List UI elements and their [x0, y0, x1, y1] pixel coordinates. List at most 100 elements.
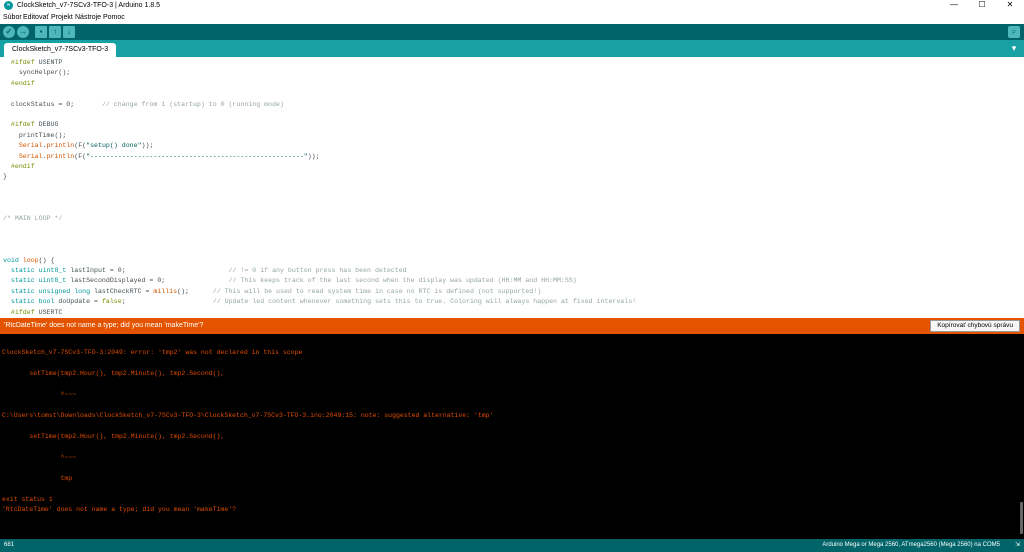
code-line: static unsigned long lastCheckRTC = mill… — [3, 287, 541, 297]
code-line: #ifdef USERTC — [3, 308, 62, 314]
code-token: (F( — [74, 142, 87, 150]
code-token: )); — [141, 142, 154, 150]
status-bar: 681 Arduino Mega or Mega 2560, ATmega256… — [0, 539, 1024, 552]
code-token: #ifdef — [3, 59, 35, 66]
code-token: ; — [121, 298, 213, 306]
code-token: doUpdate = — [54, 298, 102, 306]
board-info: Arduino Mega or Mega 2560, ATmega2560 (M… — [822, 542, 1000, 548]
close-button[interactable]: ✕ — [996, 0, 1024, 11]
checkmark-icon: ✓ — [5, 27, 13, 36]
code-line: #endif — [3, 162, 35, 172]
code-token: Serial — [3, 152, 43, 160]
code-token: false — [101, 298, 122, 306]
toolbar: ✓ → ▪ ↑ ↓ ⌕ — [0, 24, 1024, 40]
code-token: // This keeps track of the last second w… — [228, 277, 577, 285]
code-line: Serial.println(F("setup() done")); — [3, 141, 154, 151]
console-scrollbar[interactable] — [1020, 502, 1023, 534]
code-token: static uint8_t — [3, 267, 67, 274]
tab-sketch[interactable]: ClockSketch_v7-7SCv3-TFO-3 — [4, 43, 117, 57]
menu-tools[interactable]: Nástroje — [75, 13, 101, 22]
verify-button[interactable]: ✓ — [3, 26, 15, 38]
code-token: USENTP — [34, 59, 63, 66]
arduino-logo-icon: ∞ — [4, 1, 13, 10]
code-token: clockStatus = 0; — [3, 100, 102, 108]
code-line: void loop() { — [3, 256, 54, 266]
code-line: #ifdef DEBUG — [3, 120, 59, 130]
save-button[interactable]: ↓ — [63, 26, 75, 38]
error-message: 'RtcDateTime' does not name a type; did … — [4, 322, 204, 329]
code-token: lastCheckRTC = — [90, 287, 154, 295]
console-line: setTime(tmp2.Hour(), tmp2.Minute(), tmp2… — [2, 370, 225, 378]
tab-menu-button[interactable]: ▾ — [1008, 43, 1020, 54]
serial-monitor-button[interactable]: ⌕ — [1008, 26, 1020, 38]
arrow-up-icon: ↑ — [53, 27, 57, 36]
tab-bar: ClockSketch_v7-7SCv3-TFO-3 ▾ — [0, 40, 1024, 57]
code-line: static uint8_t lastSecondDisplayed = 0; … — [3, 276, 577, 286]
menu-bar: Súbor Editovať Projekt Nástroje Pomoc — [0, 12, 1024, 23]
console-line: 'RtcDateTime' does not name a type; did … — [2, 506, 237, 514]
code-token: lastInput = 0; — [66, 267, 229, 274]
code-token: static bool — [3, 298, 55, 306]
code-token: #endif — [3, 163, 35, 170]
code-token: #endif — [3, 79, 35, 87]
code-token: "setup() done" — [86, 142, 142, 150]
code-token: } — [3, 173, 7, 181]
title-bar: ∞ ClockSketch_v7-7SCv3-TFO-3 | Arduino 1… — [0, 0, 1024, 11]
new-button[interactable]: ▪ — [35, 26, 47, 38]
code-token: USERTC — [34, 308, 63, 314]
console-line: tmp — [2, 474, 73, 482]
code-token: lastSecondDisplayed = 0; — [66, 277, 229, 285]
code-line: Serial.println(F("----------------------… — [3, 152, 320, 162]
code-line: syncHelper(); — [3, 68, 70, 78]
magnifier-icon: ⌕ — [1011, 27, 1017, 36]
code-token: println — [46, 152, 75, 160]
code-line: } — [3, 172, 7, 182]
code-token: void — [3, 256, 19, 264]
code-line: printTime(); — [3, 131, 67, 141]
console-line: setTime(tmp2.Hour(), tmp2.Minute(), tmp2… — [2, 433, 225, 441]
code-token: syncHelper(); — [3, 69, 71, 77]
code-line: #endif — [3, 79, 35, 89]
code-token: () { — [38, 256, 55, 264]
chevron-down-icon: ▾ — [1011, 43, 1017, 53]
open-button[interactable]: ↑ — [49, 26, 61, 38]
code-token: loop — [22, 256, 39, 264]
code-token: // change from 1 (startup) to 0 (running… — [101, 100, 284, 108]
menu-edit[interactable]: Editovať — [23, 13, 49, 22]
code-token: printTime(); — [3, 131, 67, 139]
code-editor[interactable]: #ifdef USENTP syncHelper(); #endif clock… — [0, 57, 1024, 314]
console-line: exit status 1 — [2, 495, 53, 503]
code-token: static unsigned long — [3, 287, 91, 295]
menu-sketch[interactable]: Projekt — [51, 13, 73, 22]
maximize-button[interactable]: ☐ — [968, 0, 996, 11]
console-line: ClockSketch_v7-7SCv3-TFO-3:2049: error: … — [2, 349, 303, 357]
code-token: "---------------------------------------… — [86, 152, 308, 160]
code-token: DEBUG — [34, 121, 59, 129]
menu-file[interactable]: Súbor — [3, 13, 22, 22]
console-output[interactable]: ClockSketch_v7-7SCv3-TFO-3:2049: error: … — [0, 334, 1024, 539]
code-line: static uint8_t lastInput = 0; // != 0 if… — [3, 266, 407, 276]
copy-error-button[interactable]: Kopírovať chybovú správu — [930, 320, 1020, 332]
code-token: /* MAIN LOOP */ — [3, 215, 63, 222]
window-title: ClockSketch_v7-7SCv3-TFO-3 | Arduino 1.8… — [17, 2, 161, 9]
code-token: println — [46, 142, 75, 150]
code-token: #ifdef — [3, 308, 35, 314]
code-line: /* MAIN LOOP */ — [3, 214, 62, 224]
menu-help[interactable]: Pomoc — [103, 13, 125, 22]
code-token: Serial — [3, 142, 43, 150]
code-token: // Update led content whenever something… — [212, 298, 637, 306]
line-number: 681 — [4, 542, 15, 548]
upload-button[interactable]: → — [17, 26, 29, 38]
code-line: static bool doUpdate = false; // Update … — [3, 297, 636, 307]
new-file-icon: ▪ — [39, 27, 43, 36]
code-token: millis — [153, 287, 178, 295]
code-line: clockStatus = 0; // change from 1 (start… — [3, 100, 284, 110]
code-token: (); — [177, 287, 213, 295]
minimize-button[interactable]: — — [940, 0, 968, 11]
code-token: // This will be used to read system time… — [212, 287, 542, 295]
code-token: (F( — [74, 152, 87, 160]
code-token: static uint8_t — [3, 277, 67, 285]
arrow-right-icon: → — [19, 27, 27, 36]
code-token: // != 0 if any button press has been det… — [228, 267, 407, 274]
code-token: )); — [307, 152, 320, 160]
